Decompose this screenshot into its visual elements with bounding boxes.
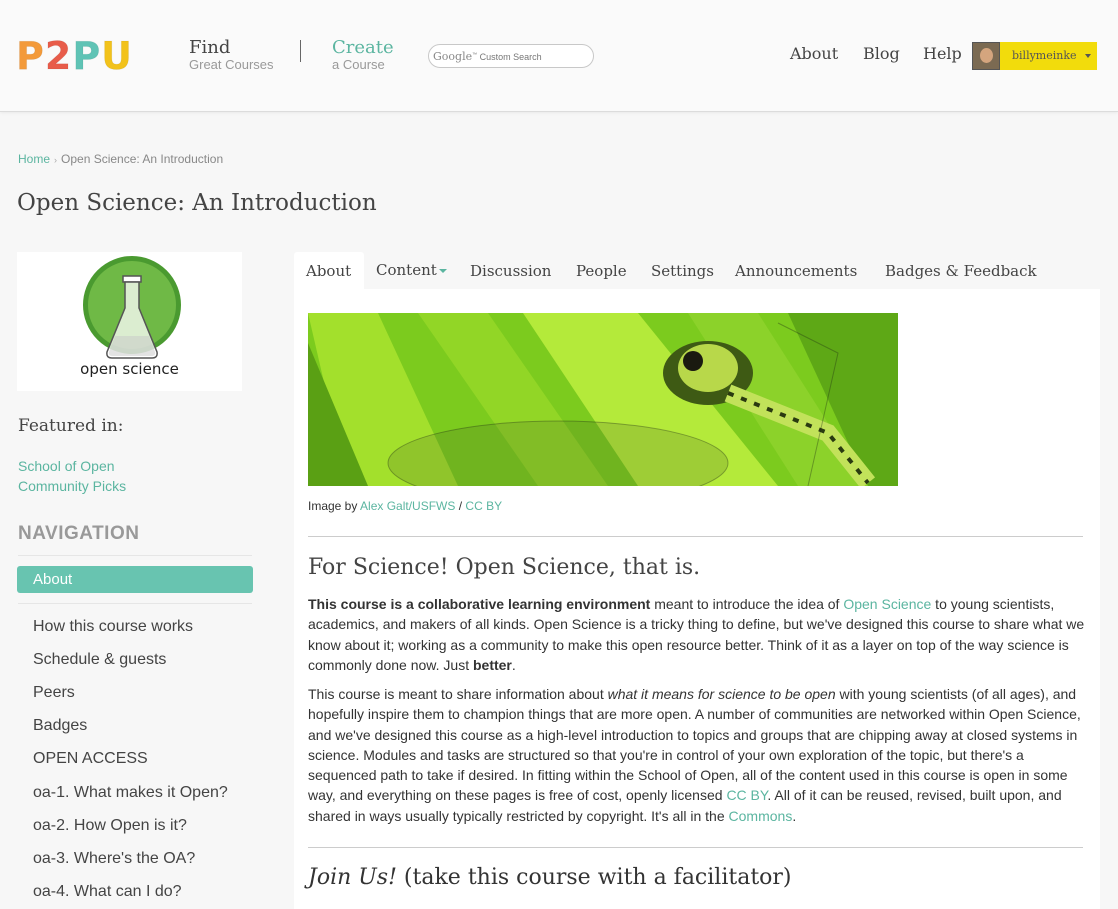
navigation-heading: NAVIGATION (18, 523, 140, 544)
sidebar-item-about[interactable]: About (17, 566, 253, 593)
join-heading: Join Us! (take this course with a facili… (308, 865, 792, 890)
image-credit-sep: / (455, 499, 466, 513)
flask-icon (106, 275, 158, 359)
body-emphasis: what it means for science to be open (607, 686, 836, 702)
google-brand: Google (433, 50, 473, 63)
site-header: P2PU Find Great Courses Create a Course … (0, 0, 1118, 112)
logo-letter: U (101, 34, 134, 79)
sidebar-item[interactable]: Schedule & guests (33, 651, 166, 669)
header-divider (300, 40, 301, 62)
join-text: (take this course with a facilitator) (396, 865, 792, 890)
search-placeholder: Custom Search (479, 52, 542, 62)
open-science-link[interactable]: Open Science (843, 596, 931, 612)
tab-badges-feedback[interactable]: Badges & Feedback (885, 262, 1037, 280)
divider (18, 555, 252, 556)
user-menu[interactable]: billymeinke (972, 42, 1097, 70)
breadcrumb: Home › Open Science: An Introduction (18, 152, 223, 166)
tab-about[interactable]: About (306, 262, 351, 280)
image-credit: Image by Alex Galt/USFWS / CC BY (308, 499, 502, 513)
featured-link-school-of-open[interactable]: School of Open (18, 458, 115, 474)
intro-bold: This course is a collaborative learning … (308, 596, 651, 612)
featured-link-community-picks[interactable]: Community Picks (18, 478, 126, 494)
logo-letter: P (16, 34, 45, 79)
logo-letter: 2 (44, 34, 73, 79)
course-image-caption: open science (80, 360, 179, 378)
create-subtitle: a Course (332, 57, 385, 72)
trademark: ™ (472, 52, 478, 58)
search-input[interactable]: Google™ Custom Search (428, 44, 594, 68)
sidebar-item[interactable]: oa-2. How Open is it? (33, 817, 187, 835)
intro-text: . (511, 656, 516, 673)
find-courses-link[interactable]: Find Great Courses (189, 38, 274, 72)
create-course-link[interactable]: Create a Course (332, 38, 394, 72)
tab-discussion[interactable]: Discussion (470, 262, 551, 280)
nav-help[interactable]: Help (923, 44, 962, 63)
cc-by-link[interactable]: CC BY (726, 787, 767, 803)
image-credit-prefix: Image by (308, 499, 361, 513)
tab-content-label: Content (376, 261, 437, 279)
intro-bold-end: better (472, 656, 512, 673)
sidebar-item[interactable]: Badges (33, 717, 87, 735)
main-content: Image by Alex Galt/USFWS / CC BY For Sci… (294, 289, 1100, 909)
logo-letter: P (72, 34, 102, 79)
nav-blog[interactable]: Blog (863, 44, 900, 63)
find-title: Find (189, 37, 231, 58)
breadcrumb-current: Open Science: An Introduction (61, 152, 224, 166)
section-heading: For Science! Open Science, that is. (308, 555, 701, 580)
body-text: with young scientists (of all ages), and… (308, 686, 1081, 804)
find-subtitle: Great Courses (189, 57, 274, 72)
avatar (972, 42, 1000, 70)
breadcrumb-home[interactable]: Home (18, 152, 50, 166)
caret-down-icon (438, 269, 447, 273)
tab-settings[interactable]: Settings (651, 262, 714, 280)
tab-people[interactable]: People (576, 262, 627, 280)
body-text: This course is meant to share informatio… (308, 686, 608, 702)
sidebar-item[interactable]: oa-1. What makes it Open? (33, 784, 228, 802)
tab-announcements[interactable]: Announcements (735, 262, 857, 280)
divider (18, 603, 252, 604)
create-title: Create (332, 37, 394, 58)
image-author-link[interactable]: Alex Galt/USFWS (360, 499, 455, 513)
image-license-link[interactable]: CC BY (465, 499, 502, 513)
join-emphasis: Join Us! (308, 865, 397, 890)
sidebar-item[interactable]: oa-4. What can I do? (33, 883, 182, 901)
intro-text: meant to introduce the idea of (650, 596, 844, 612)
sidebar-item[interactable]: Peers (33, 684, 75, 702)
page-title: Open Science: An Introduction (17, 190, 377, 216)
p2pu-logo[interactable]: P2PU (16, 34, 134, 79)
commons-link[interactable]: Commons (729, 808, 793, 824)
divider (308, 847, 1083, 848)
course-image: open science (17, 252, 242, 391)
body-text: . (792, 807, 797, 824)
divider (308, 536, 1083, 537)
username: billymeinke (1012, 49, 1077, 62)
sidebar-item[interactable]: oa-3. Where's the OA? (33, 850, 195, 868)
intro-paragraph: This course is a collaborative learning … (308, 594, 1086, 675)
hero-image-dragonfly (308, 313, 898, 486)
body-paragraph: This course is meant to share informatio… (308, 684, 1086, 826)
sidebar-item[interactable]: OPEN ACCESS (33, 750, 148, 768)
nav-about[interactable]: About (790, 44, 838, 63)
sidebar-item[interactable]: How this course works (33, 618, 193, 636)
tab-content[interactable]: Content (376, 261, 447, 279)
featured-heading: Featured in: (18, 416, 124, 436)
chevron-down-icon (1085, 54, 1091, 58)
chevron-right-icon: › (54, 155, 58, 165)
